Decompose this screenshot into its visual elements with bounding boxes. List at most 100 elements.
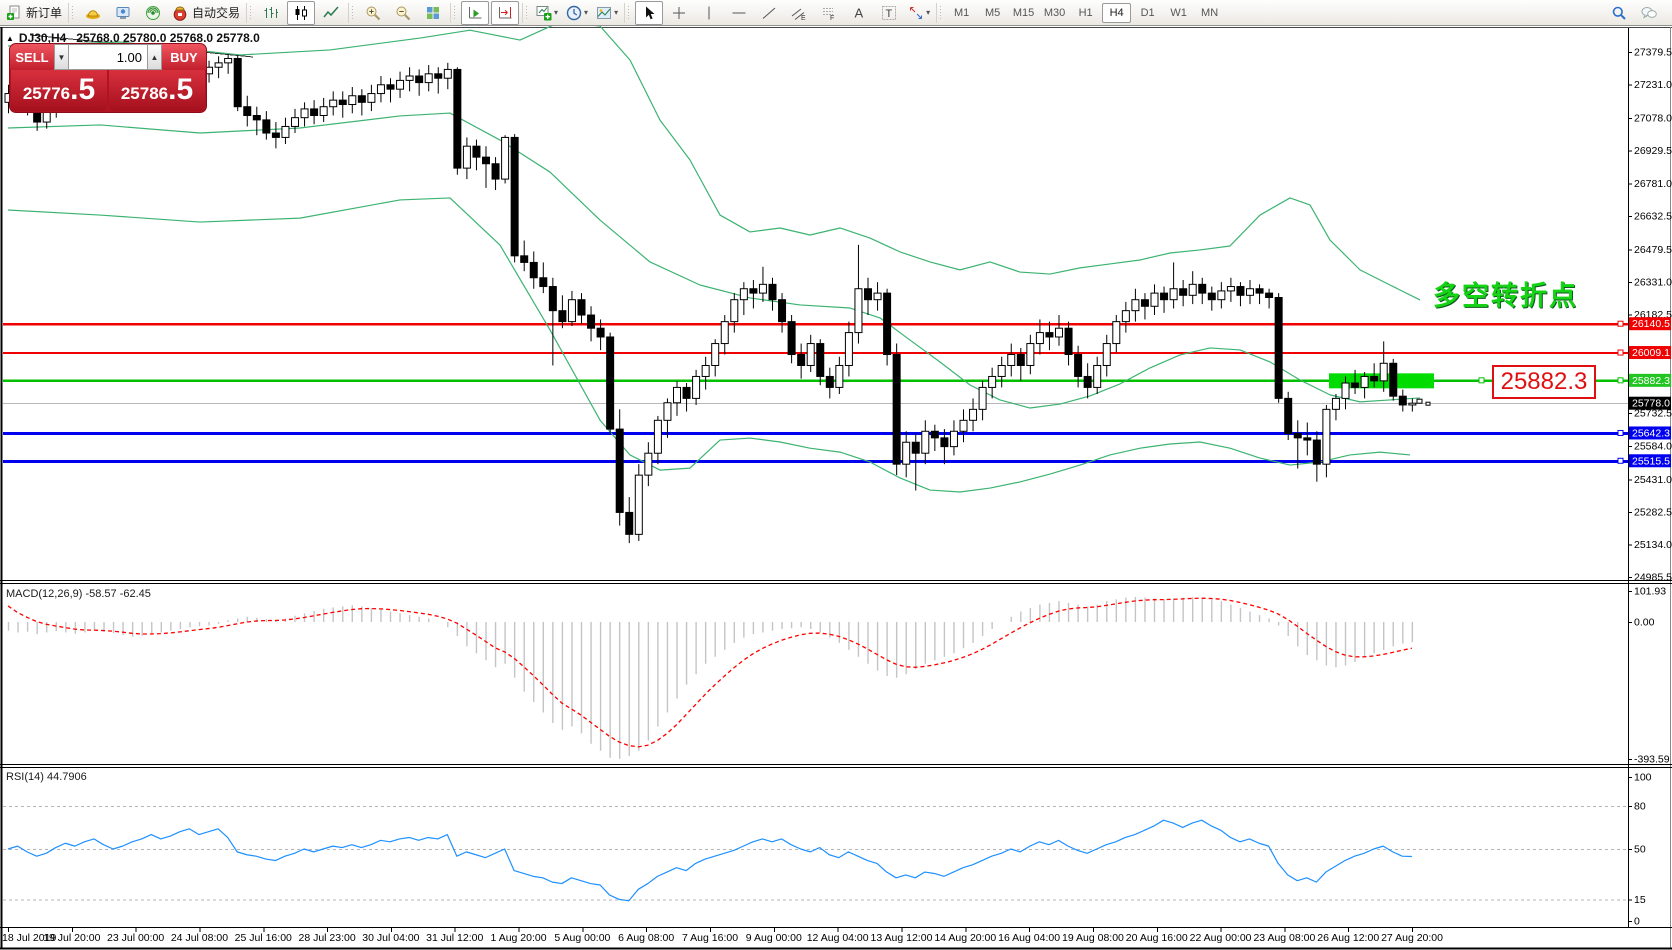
volume-increase-button[interactable]: ▲ <box>147 44 162 70</box>
level-handle[interactable] <box>1618 378 1623 383</box>
periodicity-button[interactable]: ▾ <box>563 1 591 25</box>
dropdown-caret-icon[interactable]: ▾ <box>554 8 558 17</box>
zoom-out-button[interactable] <box>389 1 417 25</box>
collapse-triangle-icon[interactable]: ▲ <box>6 34 14 43</box>
chart-title: ▲ DJ30,H4 25768.0 25780.0 25768.0 25778.… <box>6 31 260 45</box>
volume-decrease-button[interactable]: ▼ <box>54 44 69 70</box>
zoom-in-button[interactable] <box>359 1 387 25</box>
tf-d1[interactable]: D1 <box>1133 3 1162 23</box>
trendline-button[interactable] <box>755 1 783 25</box>
level-handle[interactable] <box>1618 458 1623 463</box>
dropdown-caret-icon[interactable]: ▾ <box>584 8 588 17</box>
candle-body <box>654 420 661 453</box>
toolbar-separator <box>624 3 632 23</box>
signals-button[interactable] <box>139 1 167 25</box>
buy-price-button[interactable]: 25786 .5 <box>109 70 205 111</box>
line-chart-button[interactable] <box>317 1 345 25</box>
cursor-button[interactable] <box>635 1 663 25</box>
candle-body <box>1275 298 1282 399</box>
metaeditor-button[interactable] <box>79 1 107 25</box>
candle-body <box>1371 376 1378 380</box>
candlestick-button[interactable] <box>287 1 315 25</box>
toolbar-separator <box>522 3 530 23</box>
candle-body <box>244 107 251 116</box>
bollinger-lower-band <box>8 198 1410 492</box>
candle-body <box>912 442 919 453</box>
candle-body <box>492 164 499 179</box>
candle-body <box>1132 300 1139 311</box>
candle-body <box>1141 300 1148 307</box>
candle-body <box>1390 363 1397 396</box>
candle-body <box>712 344 719 366</box>
candle-body <box>683 387 690 398</box>
sell-price-button[interactable]: 25776 .5 <box>11 70 107 111</box>
level-handle[interactable] <box>1618 321 1623 326</box>
pivot-annotation-text[interactable]: 多空转折点 <box>1433 274 1578 313</box>
bar-chart-button[interactable] <box>257 1 285 25</box>
tf-h4[interactable]: H4 <box>1102 3 1131 23</box>
periodicity-icon <box>566 5 582 21</box>
candle-body <box>425 74 432 83</box>
chat-icon <box>1641 5 1657 21</box>
candle-body <box>979 387 986 409</box>
tf-w1[interactable]: W1 <box>1164 3 1193 23</box>
candle-body <box>225 58 232 62</box>
tf-d1-label: D1 <box>1141 7 1155 19</box>
dropdown-caret-icon[interactable]: ▾ <box>614 8 618 17</box>
pivot-line-handle[interactable] <box>1479 378 1484 383</box>
price-callout-box[interactable]: 25882.3 <box>1492 365 1596 399</box>
shapes-button[interactable]: ▾ <box>905 1 933 25</box>
toolbar-separator <box>936 3 944 23</box>
new-chart-button[interactable]: ▾ <box>533 1 561 25</box>
candle-body <box>568 300 575 322</box>
channel-button[interactable]: E <box>785 1 813 25</box>
candle-body <box>950 431 957 446</box>
fibonacci-button[interactable]: F <box>815 1 843 25</box>
tf-m15[interactable]: M15 <box>1009 3 1038 23</box>
candle-body <box>721 322 728 344</box>
toolbar-right-group <box>1604 1 1670 25</box>
text-button[interactable]: A <box>845 1 873 25</box>
auto-scroll-button[interactable] <box>461 1 489 25</box>
candle-body <box>463 146 470 168</box>
tf-m5[interactable]: M5 <box>978 3 1007 23</box>
chart-shift-button[interactable] <box>491 1 519 25</box>
candle-body <box>1227 287 1234 291</box>
candle-body <box>855 289 862 333</box>
dropdown-caret-icon[interactable]: ▾ <box>926 8 930 17</box>
level-handle[interactable] <box>1618 430 1623 435</box>
trade-panel-top-row: SELL ▼ 1.00 ▲ BUY <box>10 44 206 70</box>
svg-text:A: A <box>855 5 864 20</box>
tf-m1[interactable]: M1 <box>947 3 976 23</box>
tf-m30[interactable]: M30 <box>1040 3 1069 23</box>
candle-body <box>970 409 977 420</box>
tf-m1-label: M1 <box>954 7 969 19</box>
tf-mn[interactable]: MN <box>1195 3 1224 23</box>
tile-windows-button[interactable] <box>419 1 447 25</box>
rsi-indicator-label: RSI(14) 44.7906 <box>6 771 87 783</box>
label-button[interactable]: T <box>875 1 903 25</box>
autotrading-button-label: 自动交易 <box>192 4 240 21</box>
crosshair-button[interactable] <box>665 1 693 25</box>
sell-button[interactable]: SELL <box>10 44 54 70</box>
search-button[interactable] <box>1605 1 1633 25</box>
time-axis-area[interactable] <box>0 929 1672 949</box>
templates-button[interactable]: ▾ <box>593 1 621 25</box>
volume-input[interactable]: 1.00 <box>69 44 147 70</box>
autotrading-button[interactable]: 自动交易 <box>169 1 243 25</box>
candle-body <box>1266 293 1273 297</box>
buy-button[interactable]: BUY <box>162 44 206 70</box>
tf-h1[interactable]: H1 <box>1071 3 1100 23</box>
candle-body <box>282 126 289 137</box>
toolbar-separator <box>246 3 254 23</box>
market-watch-button[interactable] <box>109 1 137 25</box>
level-handle[interactable] <box>1618 350 1623 355</box>
chat-button[interactable] <box>1635 1 1663 25</box>
new-order-button[interactable]: 新订单 <box>3 1 65 25</box>
toolbar-separator <box>68 3 76 23</box>
price-axis-area[interactable] <box>1628 28 1672 927</box>
horizontal-line-button[interactable] <box>725 1 753 25</box>
vertical-line-button[interactable] <box>695 1 723 25</box>
chart-symbol-period: DJ30,H4 <box>19 31 66 45</box>
shapes-icon <box>908 5 924 21</box>
